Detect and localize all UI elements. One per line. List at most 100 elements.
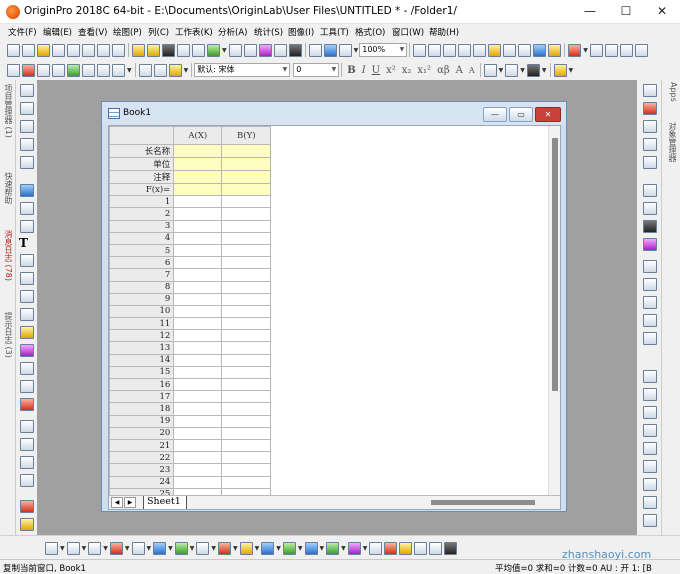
font-size-combo[interactable]: 0 ▼: [293, 63, 340, 77]
chevron-down-icon[interactable]: ▼: [583, 47, 588, 54]
metadata-row-header[interactable]: 长名称: [109, 144, 175, 158]
menu-column[interactable]: 列(C): [148, 26, 169, 38]
column-icon[interactable]: [643, 184, 657, 197]
lasso-icon[interactable]: [20, 344, 34, 357]
data-cell[interactable]: [221, 231, 272, 245]
data-cell[interactable]: [221, 487, 272, 495]
row-header[interactable]: 16: [109, 377, 175, 392]
decrease-font-button[interactable]: A: [469, 66, 475, 75]
rectangle-tool-icon[interactable]: [20, 308, 34, 321]
chevron-down-icon[interactable]: ▼: [499, 67, 504, 74]
metadata-cell[interactable]: [221, 170, 272, 184]
new-workbook-alt-icon[interactable]: [533, 43, 547, 57]
column-header-a[interactable]: A(X): [173, 126, 223, 145]
graph-tool-icon[interactable]: [20, 398, 34, 411]
menu-view[interactable]: 查看(V): [78, 26, 107, 38]
recent-books-icon[interactable]: [207, 43, 220, 57]
data-cell[interactable]: [221, 353, 272, 367]
workbook-minimize-button[interactable]: —: [483, 107, 507, 122]
print-icon[interactable]: [308, 43, 322, 57]
data-cell[interactable]: [173, 329, 223, 343]
chevron-down-icon[interactable]: ▼: [569, 67, 574, 74]
metadata-cell[interactable]: [173, 157, 223, 171]
italic-button[interactable]: I: [362, 65, 366, 76]
forward-icon[interactable]: [643, 406, 657, 419]
contour-plot-icon[interactable]: [304, 542, 318, 555]
metadata-cell[interactable]: [173, 144, 223, 158]
color-scale-icon[interactable]: [20, 420, 34, 433]
hand-icon[interactable]: [20, 326, 34, 339]
data-cell[interactable]: [221, 280, 272, 294]
new-project-icon[interactable]: [7, 43, 20, 57]
chevron-down-icon[interactable]: ▼: [60, 545, 65, 552]
delete-rows-icon[interactable]: [37, 63, 50, 77]
chevron-down-icon[interactable]: ▼: [147, 545, 152, 552]
stacked-column-icon[interactable]: [22, 63, 35, 77]
rescale-icon[interactable]: [20, 438, 34, 451]
row-header[interactable]: 14: [109, 353, 175, 367]
same-height-icon[interactable]: [643, 496, 657, 509]
row-header[interactable]: 20: [109, 426, 175, 440]
layer-arrange-icon[interactable]: [643, 84, 657, 97]
metadata-cell[interactable]: [221, 157, 272, 171]
record-icon[interactable]: [20, 500, 34, 513]
zoom-icon[interactable]: [20, 102, 34, 115]
screen-reader-icon[interactable]: [20, 156, 34, 169]
data-cell[interactable]: [221, 207, 272, 221]
chevron-down-icon[interactable]: ▼: [168, 545, 173, 552]
metadata-cell[interactable]: [221, 182, 272, 197]
maximize-button[interactable]: ☐: [608, 0, 644, 24]
menu-statistics[interactable]: 统计(S): [254, 26, 283, 38]
minimize-button[interactable]: —: [572, 0, 608, 24]
corner-cell[interactable]: [109, 126, 175, 145]
metadata-row-header[interactable]: 单位: [109, 157, 175, 171]
swap-column-icon[interactable]: [97, 63, 110, 77]
import-single-ascii-icon[interactable]: [228, 43, 242, 57]
copy-icon[interactable]: [153, 63, 167, 77]
batch-plot-icon[interactable]: [518, 43, 532, 57]
front-icon[interactable]: [643, 370, 657, 383]
row-header[interactable]: 12: [109, 329, 175, 343]
tab-apps[interactable]: Apps: [666, 82, 678, 102]
cut-icon[interactable]: [138, 63, 152, 77]
chevron-down-icon[interactable]: ▼: [211, 545, 216, 552]
sheet-next-button[interactable]: ▶: [124, 497, 136, 508]
row-header[interactable]: 4: [109, 231, 175, 245]
area-plot-icon[interactable]: [174, 542, 188, 555]
find-icon[interactable]: [488, 43, 502, 57]
row-header[interactable]: 24: [109, 475, 175, 489]
chevron-down-icon[interactable]: ▼: [542, 67, 547, 74]
row-header[interactable]: 17: [109, 390, 175, 404]
metadata-cell[interactable]: [173, 170, 223, 184]
tab-quick-help[interactable]: 快速帮助: [2, 172, 14, 204]
column-statistics-icon[interactable]: [52, 63, 65, 77]
data-reader-icon[interactable]: [20, 138, 34, 151]
code-builder-icon[interactable]: [473, 43, 487, 57]
align-center-icon[interactable]: [643, 332, 657, 345]
menu-image[interactable]: 图像(I): [288, 26, 314, 38]
apps-icon[interactable]: [548, 43, 562, 57]
open-template-icon[interactable]: [147, 43, 160, 57]
column-header-b[interactable]: B(Y): [221, 126, 272, 145]
menu-edit[interactable]: 编辑(E): [43, 26, 72, 38]
specialized-plot-icon[interactable]: [239, 542, 253, 555]
chevron-down-icon[interactable]: ▼: [125, 545, 130, 552]
chevron-down-icon[interactable]: ▼: [82, 545, 87, 552]
data-cell[interactable]: [221, 243, 272, 258]
chevron-down-icon[interactable]: ▼: [255, 545, 260, 552]
data-cell[interactable]: [173, 304, 223, 319]
menu-format[interactable]: 格式(O): [355, 26, 385, 38]
sort-icon[interactable]: [619, 43, 633, 57]
paste-icon[interactable]: [168, 63, 182, 77]
data-cell[interactable]: [221, 451, 272, 465]
duplicate-icon[interactable]: [338, 43, 352, 57]
save-window-icon[interactable]: [177, 43, 190, 57]
pointer-icon[interactable]: [20, 84, 34, 97]
grid-icon[interactable]: [643, 202, 657, 215]
row-header[interactable]: 1: [109, 195, 175, 209]
sheet-tab-sheet1[interactable]: Sheet1: [143, 496, 187, 509]
import-excel-icon[interactable]: [273, 43, 287, 57]
fill-color-icon[interactable]: [553, 63, 567, 77]
data-cell[interactable]: [221, 219, 272, 233]
data-cell[interactable]: [173, 487, 223, 495]
